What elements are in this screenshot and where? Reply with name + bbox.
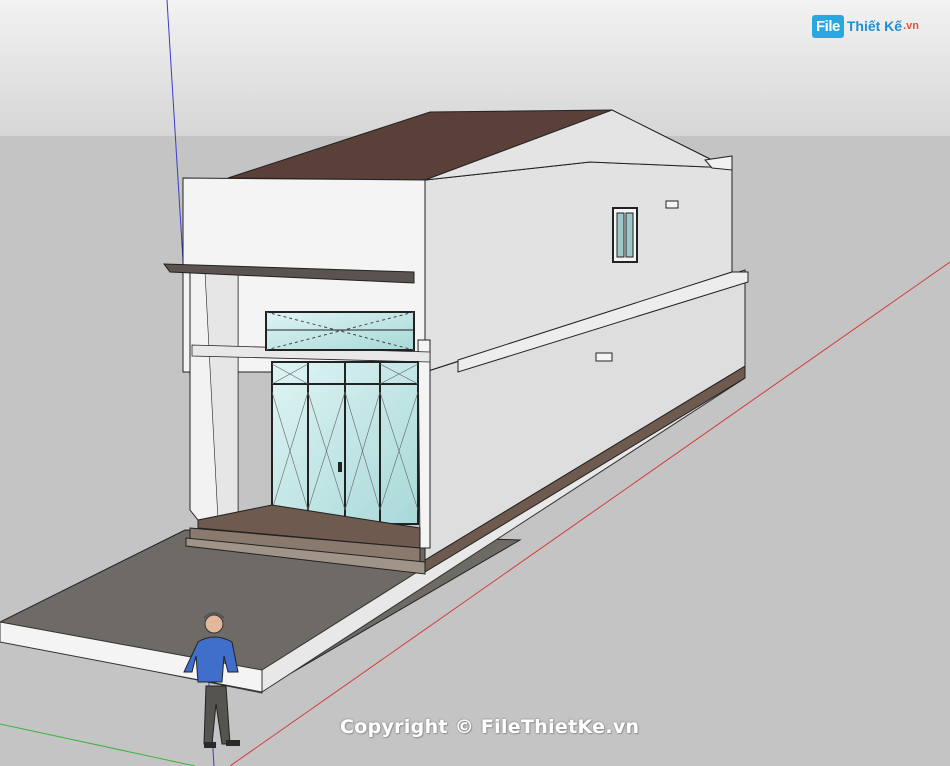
copyright-watermark: Copyright © FileThietKe.vn <box>340 716 640 738</box>
vent-upper <box>665 200 679 209</box>
logo-badge: File <box>812 14 844 38</box>
sketchup-viewport <box>0 0 950 766</box>
transom-window <box>265 311 415 351</box>
logo-word: Thiết Kế <box>846 18 903 34</box>
logo-tld: .vn <box>903 20 919 32</box>
front-right-pillar <box>417 339 431 549</box>
filethietke-logo: File Thiết Kế .vn <box>812 12 919 40</box>
vent-lower <box>595 352 613 362</box>
front-glass-doors <box>271 361 419 525</box>
upper-side-window <box>612 207 638 263</box>
